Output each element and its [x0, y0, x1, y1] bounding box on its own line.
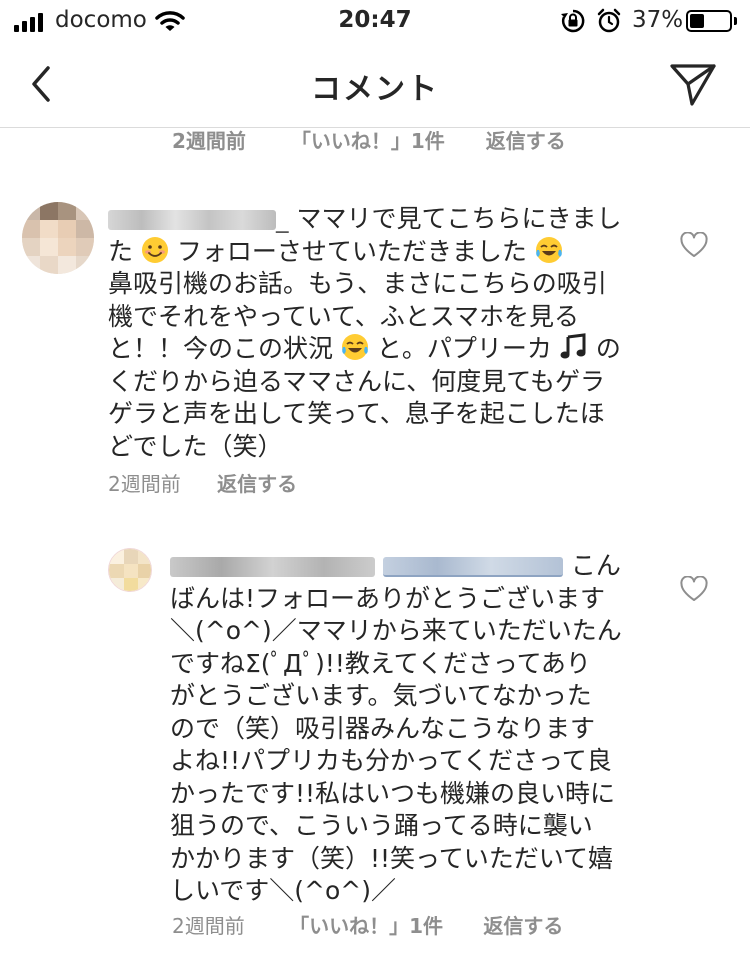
- battery-level: [690, 14, 704, 28]
- like-heart-icon[interactable]: [680, 232, 708, 258]
- comment-line: ので（笑）吸引器みんなこうなります: [170, 713, 596, 743]
- mention-redacted[interactable]: [382, 557, 563, 577]
- battery-icon: [686, 10, 732, 32]
- comment-line: _ ママリで見てこちらにきまし: [108, 203, 668, 236]
- comment-line: かったです!!私はいつも機嫌の良い時に: [170, 778, 616, 808]
- likes-count-link[interactable]: 「いいね！」1件: [291, 125, 445, 154]
- comment-line: しいです＼(^o^)／: [170, 876, 396, 905]
- comment-time: 2週間前: [108, 472, 181, 496]
- comment-line: くだりから迫るママさんに、何度見てもゲラ: [108, 366, 606, 396]
- comment-line: がとうございます。気づいてなかった: [170, 681, 592, 710]
- avatar-image: [22, 202, 94, 274]
- reply-link[interactable]: 返信する: [486, 125, 566, 154]
- comment-body: こん ばんは!フォローありがとうございます ＼(^o^)／ママリから来ていただい…: [170, 550, 638, 908]
- comment-line: よね!!パプリカも分かってくださって良: [170, 746, 612, 775]
- comment-line: ばんは!フォローありがとうございます: [170, 583, 606, 613]
- musical-notes-emoji-icon: [560, 333, 586, 359]
- battery-percent: 37%: [632, 7, 684, 33]
- rotation-lock-icon: [561, 9, 585, 33]
- comment-line: 狙うので、こういう踊ってる時に襲い: [170, 811, 593, 840]
- comment-line: どでした（笑）: [108, 431, 283, 461]
- reply-link[interactable]: 返信する: [217, 468, 297, 497]
- comment-line: こん: [170, 550, 638, 583]
- page-title: コメント: [311, 72, 439, 107]
- tears-of-joy-emoji-icon: [535, 236, 562, 263]
- comment-line: かかります（笑）!!笑っていただいて嬉: [170, 843, 614, 873]
- comment-time: 2週間前: [172, 129, 246, 153]
- comment-line: ＼(^o^)／ママリから来ていただいたん: [170, 616, 622, 645]
- avatar[interactable]: [22, 202, 94, 274]
- nav-bar: コメント: [0, 40, 750, 128]
- username-redacted[interactable]: [170, 557, 375, 577]
- direct-message-icon[interactable]: [668, 60, 718, 108]
- comment-line: 鼻吸引機のお話。もう、まさにこちらの吸引: [108, 269, 607, 298]
- comment-line: ゲラと声を出して笑って、息子を起こしたほ: [108, 399, 605, 428]
- comment-line: ですねΣ(ﾟДﾟ)!!教えてくださってあり: [170, 648, 591, 678]
- comment-meta: 2週間前 返信する: [108, 468, 297, 497]
- previous-comment-meta: 2週間前 「いいね！」1件 返信する: [172, 125, 566, 154]
- avatar[interactable]: [108, 548, 152, 592]
- comment-line: と！！今のこの状況 と。パプリーカ の: [108, 333, 621, 363]
- tears-of-joy-emoji-icon: [341, 334, 368, 360]
- battery-tip: [734, 17, 737, 25]
- alarm-icon: [597, 8, 621, 33]
- like-heart-icon[interactable]: [680, 576, 708, 602]
- status-bar: docomo 20:47 37%: [0, 0, 750, 40]
- username-redacted[interactable]: [108, 210, 276, 230]
- comment-line: 機でそれをやっていて、ふとスマホを見る: [108, 301, 580, 331]
- smiling-face-emoji-icon: [141, 236, 168, 263]
- comment-time: 2週間前: [172, 914, 245, 938]
- comment-body: _ ママリで見てこちらにきまし た フォローさせていただきました 鼻吸引機のお話…: [108, 203, 668, 463]
- comment-meta: 2週間前 「いいね！」1件 返信する: [172, 910, 563, 939]
- reply-link[interactable]: 返信する: [483, 910, 563, 939]
- avatar-image: [109, 549, 151, 591]
- likes-count-link[interactable]: 「いいね！」1件: [289, 910, 443, 939]
- comment-line: た フォローさせていただきました: [108, 236, 668, 269]
